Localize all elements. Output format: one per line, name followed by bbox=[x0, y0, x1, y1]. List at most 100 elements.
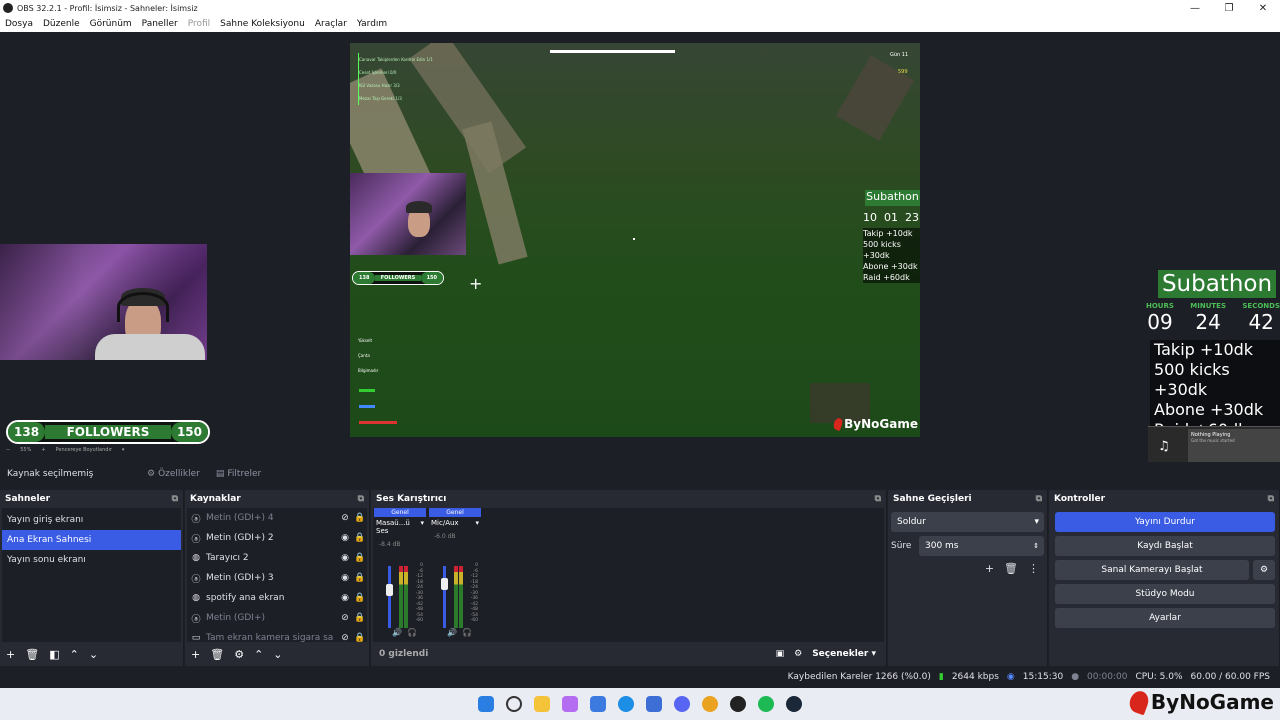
lock-icon[interactable]: 🔒 bbox=[353, 533, 367, 543]
studio-mode-button[interactable]: Stüdyo Modu bbox=[1055, 584, 1275, 604]
add-icon[interactable]: + bbox=[6, 648, 15, 661]
chevron-down-icon[interactable]: ▾ bbox=[420, 519, 424, 535]
lock-icon[interactable]: 🔒 bbox=[353, 613, 367, 623]
dock-float-icon[interactable]: ⧉ bbox=[875, 494, 881, 504]
level-meter bbox=[454, 566, 458, 628]
menu-help[interactable]: Yardım bbox=[357, 19, 387, 29]
scene-item[interactable]: Yayın sonu ekranı bbox=[2, 550, 181, 570]
windows-start-icon[interactable] bbox=[478, 696, 494, 712]
minimize-icon[interactable]: — bbox=[1178, 3, 1212, 14]
move-down-icon[interactable]: ⌄ bbox=[89, 648, 98, 661]
fit-to-window[interactable]: Pencereye Boyutlandır bbox=[56, 447, 112, 453]
move-down-icon[interactable]: ⌄ bbox=[273, 648, 282, 661]
gear-icon[interactable]: ⚙ bbox=[234, 648, 244, 661]
dock-float-icon[interactable]: ⧉ bbox=[1036, 494, 1042, 504]
window-titlebar: OBS 32.2.1 - Profil: İsimsiz - Sahneler:… bbox=[0, 0, 1280, 16]
outlook-icon[interactable] bbox=[646, 696, 662, 712]
text-icon: ⓐ bbox=[191, 534, 201, 545]
gear-icon[interactable]: ⚙ bbox=[794, 649, 802, 659]
menu-docks[interactable]: Paneller bbox=[142, 19, 178, 29]
source-list: ⓐ Metin (GDI+) 4 ⊘ 🔒 ⓐ Metin (GDI+) 2 ◉ 🔒 ◍ Tar… bbox=[187, 508, 367, 643]
copilot-icon[interactable] bbox=[562, 696, 578, 712]
source-item[interactable]: ◍ spotify ana ekran ◉ 🔒 bbox=[187, 588, 367, 608]
dock-float-icon[interactable]: ⧉ bbox=[1268, 494, 1274, 504]
speaker-icon[interactable]: 🔊 bbox=[447, 628, 457, 637]
menu-profile[interactable]: Profil bbox=[188, 19, 210, 29]
source-item[interactable]: ⓐ Metin (GDI+) 3 ◉ 🔒 bbox=[187, 568, 367, 588]
eye-icon[interactable]: ◉ bbox=[337, 553, 353, 563]
speaker-icon[interactable]: 🔊 bbox=[392, 628, 402, 637]
store-icon[interactable] bbox=[590, 696, 606, 712]
maximize-icon[interactable]: ❐ bbox=[1212, 3, 1246, 14]
menu-view[interactable]: Görünüm bbox=[90, 19, 132, 29]
lock-icon[interactable]: 🔒 bbox=[353, 593, 367, 603]
fader-knob[interactable] bbox=[386, 584, 393, 596]
more-icon[interactable]: ⋮ bbox=[1028, 562, 1039, 575]
transition-select[interactable]: Soldur ▾ bbox=[891, 512, 1044, 532]
trash-icon[interactable]: 🗑 bbox=[210, 648, 224, 661]
source-item[interactable]: ⓐ Metin (GDI+) 2 ◉ 🔒 bbox=[187, 528, 367, 548]
edge-icon[interactable] bbox=[618, 696, 634, 712]
dock-float-icon[interactable]: ⧉ bbox=[172, 494, 178, 504]
bonus-item: Takip +10dk bbox=[1154, 340, 1254, 359]
filter-icon[interactable]: ◧ bbox=[49, 648, 59, 661]
source-item[interactable]: ◍ Tarayıcı 2 ◉ 🔒 bbox=[187, 548, 367, 568]
file-explorer-icon[interactable] bbox=[534, 696, 550, 712]
duration-input[interactable]: 300 ms ⇕ bbox=[919, 536, 1044, 556]
volume-fader[interactable] bbox=[443, 566, 446, 628]
add-icon[interactable]: + bbox=[191, 648, 200, 661]
properties-button[interactable]: ⚙ Özellikler bbox=[147, 469, 200, 479]
eye-off-icon[interactable]: ⊘ bbox=[337, 513, 353, 523]
quest-item: Canavar Takiplerden Kontrol Edin 1/1 bbox=[359, 57, 433, 62]
add-icon[interactable]: + bbox=[985, 562, 994, 575]
stop-stream-button[interactable]: Yayını Durdur bbox=[1055, 512, 1275, 532]
bitrate: 2644 kbps bbox=[951, 672, 999, 682]
menu-file[interactable]: Dosya bbox=[5, 19, 33, 29]
move-up-icon[interactable]: ⌃ bbox=[254, 648, 263, 661]
eye-icon[interactable]: ◉ bbox=[337, 593, 353, 603]
eye-off-icon[interactable]: ⊘ bbox=[337, 613, 353, 623]
mixer-options-button[interactable]: Seçenekler ▾ bbox=[812, 649, 876, 659]
spotify-icon[interactable] bbox=[758, 696, 774, 712]
volume-fader[interactable] bbox=[388, 566, 391, 628]
obs-icon[interactable] bbox=[730, 696, 746, 712]
trash-icon[interactable]: 🗑 bbox=[25, 648, 39, 661]
discord-icon[interactable] bbox=[674, 696, 690, 712]
eye-icon[interactable]: ◉ bbox=[337, 573, 353, 583]
scene-item[interactable]: Yayın giriş ekranı bbox=[2, 510, 181, 530]
source-item[interactable]: ⓐ Metin (GDI+) 4 ⊘ 🔒 bbox=[187, 508, 367, 528]
search-icon[interactable] bbox=[506, 696, 522, 712]
zoom-out-icon[interactable]: − bbox=[6, 447, 10, 453]
zoom-in-icon[interactable]: + bbox=[41, 447, 45, 453]
menu-scene-collection[interactable]: Sahne Koleksiyonu bbox=[220, 19, 305, 29]
stepper-icon[interactable]: ⇕ bbox=[1033, 542, 1039, 550]
source-item[interactable]: ⓐ Metin (GDI+) ⊘ 🔒 bbox=[187, 608, 367, 628]
menu-tools[interactable]: Araçlar bbox=[315, 19, 347, 29]
move-up-icon[interactable]: ⌃ bbox=[70, 648, 79, 661]
trash-icon[interactable]: 🗑 bbox=[1004, 562, 1018, 575]
chevron-down-icon[interactable]: ▾ bbox=[122, 447, 125, 453]
lock-icon[interactable]: 🔒 bbox=[353, 553, 367, 563]
headphones-icon[interactable]: 🎧 bbox=[407, 628, 417, 637]
layout-icon[interactable]: ▣ bbox=[776, 649, 785, 659]
scene-item[interactable]: Ana Ekran Sahnesi bbox=[2, 530, 181, 550]
menu-edit[interactable]: Düzenle bbox=[43, 19, 80, 29]
lock-icon[interactable]: 🔒 bbox=[353, 513, 367, 523]
quest-item: Mezar Taşı Gereki 1/3 bbox=[359, 96, 402, 101]
fader-knob[interactable] bbox=[441, 578, 448, 590]
settings-button[interactable]: Ayarlar bbox=[1055, 608, 1275, 628]
start-virtual-camera-button[interactable]: Sanal Kamerayı Başlat bbox=[1055, 560, 1249, 580]
filters-button[interactable]: ▤ Filtreler bbox=[216, 469, 261, 479]
chrome-icon[interactable] bbox=[702, 696, 718, 712]
headphones-icon[interactable]: 🎧 bbox=[462, 628, 472, 637]
start-record-button[interactable]: Kaydı Başlat bbox=[1055, 536, 1275, 556]
steam-icon[interactable] bbox=[786, 696, 802, 712]
eye-icon[interactable]: ◉ bbox=[337, 533, 353, 543]
chevron-down-icon[interactable]: ▾ bbox=[475, 519, 479, 527]
dock-float-icon[interactable]: ⧉ bbox=[358, 494, 364, 504]
channel-db: -8.4 dB bbox=[379, 541, 401, 548]
vcam-settings-gear-icon[interactable]: ⚙ bbox=[1253, 560, 1275, 580]
game-watermark: ByNoGame bbox=[832, 416, 918, 432]
close-icon[interactable]: ✕ bbox=[1246, 3, 1280, 14]
lock-icon[interactable]: 🔒 bbox=[353, 573, 367, 583]
